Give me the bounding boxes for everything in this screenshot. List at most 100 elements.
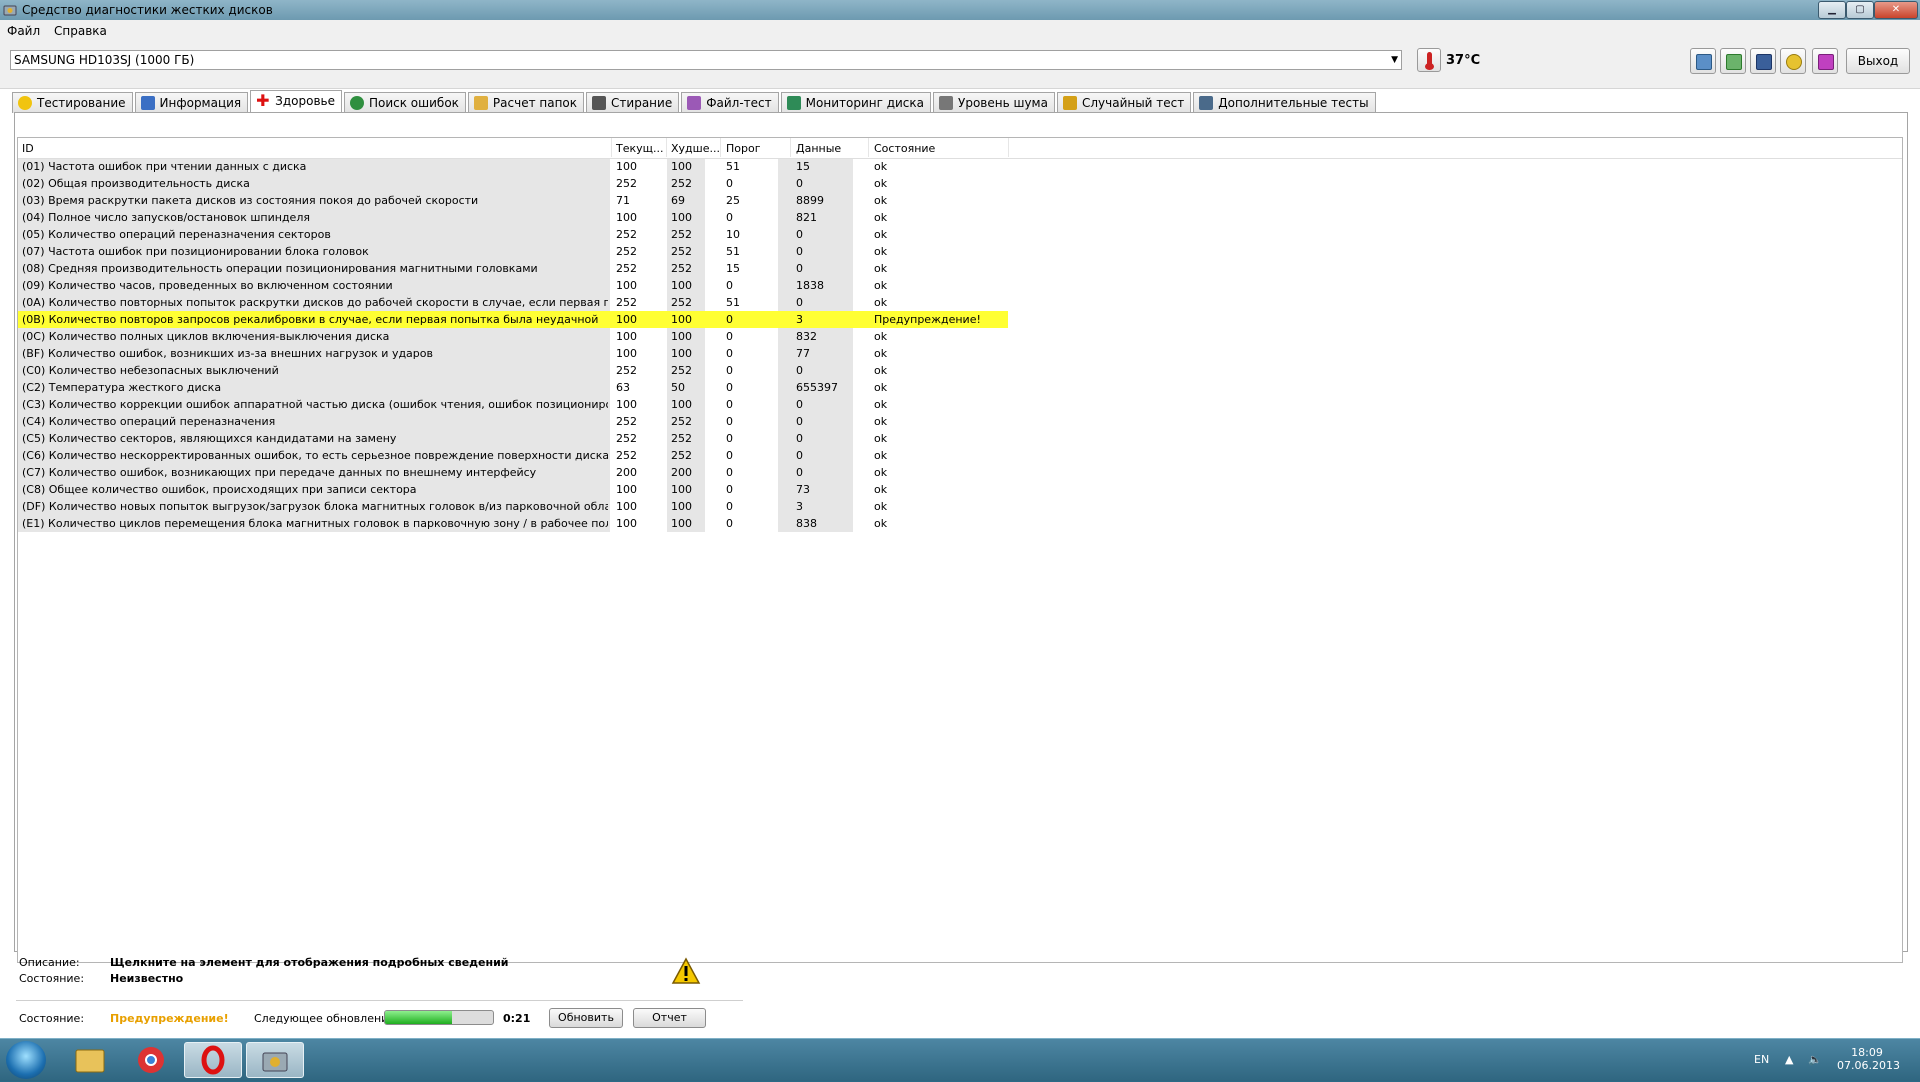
drive-select-value: SAMSUNG HD103SJ (1000 ГБ) (14, 53, 195, 67)
table-row[interactable]: (C4) Количество операций переназначения 2… (18, 413, 1008, 430)
erase-icon (592, 96, 607, 110)
taskbar-hdd-tool[interactable] (246, 1042, 304, 1078)
tab-health[interactable]: ✚ Здоровье (250, 90, 342, 113)
table-cell: 100 (671, 313, 692, 326)
table-cell: (C3) Количество коррекции ошибок аппарат… (22, 398, 608, 411)
tab-disk-monitoring[interactable]: Мониторинг диска (780, 92, 932, 113)
taskbar-opera[interactable] (184, 1042, 242, 1078)
exit-button[interactable]: Выход (1846, 48, 1910, 74)
table-cell: 0 (726, 211, 733, 224)
table-cell: 832 (796, 330, 817, 343)
close-button[interactable]: ✕ (1874, 1, 1918, 19)
table-cell: 252 (671, 262, 692, 275)
table-cell: 0 (796, 364, 803, 377)
tab-search-errors[interactable]: Поиск ошибок (343, 92, 466, 113)
table-cell: 0 (726, 517, 733, 530)
table-row[interactable]: (03) Время раскрутки пакета дисков из со… (18, 192, 1008, 209)
tab-folder-size[interactable]: Расчет папок (467, 92, 585, 113)
table-row[interactable]: (01) Частота ошибок при чтении данных с … (18, 158, 1008, 175)
opera-icon (201, 1045, 225, 1075)
clock-date: 07.06.2013 (1837, 1059, 1900, 1072)
table-cell: 50 (671, 381, 685, 394)
table-cell: 69 (671, 194, 685, 207)
table-cell: 63 (616, 381, 630, 394)
table-cell: (0A) Количество повторных попыток раскру… (22, 296, 608, 309)
table-row[interactable]: (BF) Количество ошибок, возникших из-за … (18, 345, 1008, 362)
copy-all-button[interactable] (1720, 48, 1746, 74)
table-row[interactable]: (C7) Количество ошибок, возникающих при … (18, 464, 1008, 481)
table-cell: 252 (616, 262, 637, 275)
tray-expand-icon[interactable]: ▲ (1785, 1053, 1793, 1066)
table-row[interactable]: (05) Количество операций переназначения … (18, 226, 1008, 243)
table-row[interactable]: (02) Общая производительность диска 252 25… (18, 175, 1008, 192)
menu-file[interactable]: Файл (7, 24, 40, 38)
menu-help[interactable]: Справка (54, 24, 107, 38)
table-header: ID Текущ... Худше... Порог Данные Состоя… (18, 138, 1902, 159)
table-cell: ok (874, 449, 888, 462)
table-row[interactable]: (C3) Количество коррекции ошибок аппарат… (18, 396, 1008, 413)
smart-table[interactable]: ID Текущ... Худше... Порог Данные Состоя… (17, 137, 1903, 963)
table-cell: ok (874, 432, 888, 445)
table-cell: 0 (726, 415, 733, 428)
table-cell: (C8) Общее количество ошибок, происходящ… (22, 483, 417, 496)
table-cell: 77 (796, 347, 810, 360)
tab-extra-tests[interactable]: Дополнительные тесты (1193, 92, 1376, 113)
table-row[interactable]: (04) Полное число запусков/остановок шпи… (18, 209, 1008, 226)
tab-random-test[interactable]: Случайный тест (1056, 92, 1192, 113)
refresh-button[interactable]: Обновить (549, 1008, 623, 1028)
table-cell: 100 (616, 398, 637, 411)
description-label: Описание: (19, 956, 80, 969)
countdown: 0:21 (503, 1012, 531, 1025)
download-button[interactable] (1812, 48, 1838, 74)
settings-button[interactable] (1780, 48, 1806, 74)
copy-button[interactable] (1690, 48, 1716, 74)
header-state[interactable]: Состояние (874, 142, 935, 155)
table-row[interactable]: (DF) Количество новых попыток выгрузок/з… (18, 498, 1008, 515)
table-cell: 10 (726, 228, 740, 241)
table-row[interactable]: (E1) Количество циклов перемещения блока… (18, 515, 1008, 532)
table-row[interactable]: (C8) Общее количество ошибок, происходящ… (18, 481, 1008, 498)
clock[interactable]: 18:09 07.06.2013 (1837, 1046, 1900, 1072)
table-row[interactable]: (C6) Количество нескорректированных ошиб… (18, 447, 1008, 464)
report-button[interactable]: Отчет (633, 1008, 706, 1028)
tab-testing[interactable]: Тестирование (12, 92, 133, 113)
language-indicator[interactable]: EN (1754, 1053, 1769, 1066)
header-worst[interactable]: Худше... (671, 142, 720, 155)
start-button[interactable] (6, 1041, 46, 1079)
save-button[interactable] (1750, 48, 1776, 74)
tab-info[interactable]: Информация (134, 92, 249, 113)
tab-erase[interactable]: Стирание (586, 92, 680, 113)
table-row[interactable]: (0B) Количество повторов запросов рекали… (18, 311, 1008, 328)
temperature-button[interactable] (1417, 48, 1441, 72)
header-id[interactable]: ID (22, 142, 34, 155)
table-cell: ok (874, 347, 888, 360)
tab-file-test[interactable]: Файл-тест (681, 92, 779, 113)
chevron-down-icon: ▼ (1391, 55, 1398, 65)
table-row[interactable]: (C5) Количество секторов, являющихся кан… (18, 430, 1008, 447)
table-row[interactable]: (C0) Количество небезопасных выключений 2… (18, 362, 1008, 379)
table-cell: 0 (726, 381, 733, 394)
minimize-button[interactable]: ▁ (1818, 1, 1846, 19)
table-cell: 252 (616, 177, 637, 190)
table-cell: ok (874, 245, 888, 258)
maximize-button[interactable]: ▢ (1846, 1, 1874, 19)
table-row[interactable]: (0C) Количество полных циклов включения-… (18, 328, 1008, 345)
header-threshold[interactable]: Порог (726, 142, 761, 155)
table-row[interactable]: (0A) Количество повторных попыток раскру… (18, 294, 1008, 311)
taskbar-chrome[interactable] (122, 1042, 180, 1078)
tab-noise-level[interactable]: Уровень шума (933, 92, 1055, 113)
info-icon (140, 96, 155, 110)
table-cell: 8899 (796, 194, 824, 207)
table-row[interactable]: (C2) Температура жесткого диска 63 50 0 6553… (18, 379, 1008, 396)
table-row[interactable]: (09) Количество часов, проведенных во вк… (18, 277, 1008, 294)
table-cell: ok (874, 228, 888, 241)
drive-select[interactable]: SAMSUNG HD103SJ (1000 ГБ) ▼ (10, 50, 1402, 70)
header-data[interactable]: Данные (796, 142, 841, 155)
table-row[interactable]: (07) Частота ошибок при позиционировании… (18, 243, 1008, 260)
table-cell: ok (874, 466, 888, 479)
temperature-value: 37°C (1446, 53, 1481, 68)
volume-icon[interactable]: 🔈 (1808, 1053, 1822, 1066)
taskbar-explorer[interactable] (60, 1042, 118, 1078)
header-current[interactable]: Текущ... (616, 142, 664, 155)
table-row[interactable]: (08) Средняя производительность операции… (18, 260, 1008, 277)
